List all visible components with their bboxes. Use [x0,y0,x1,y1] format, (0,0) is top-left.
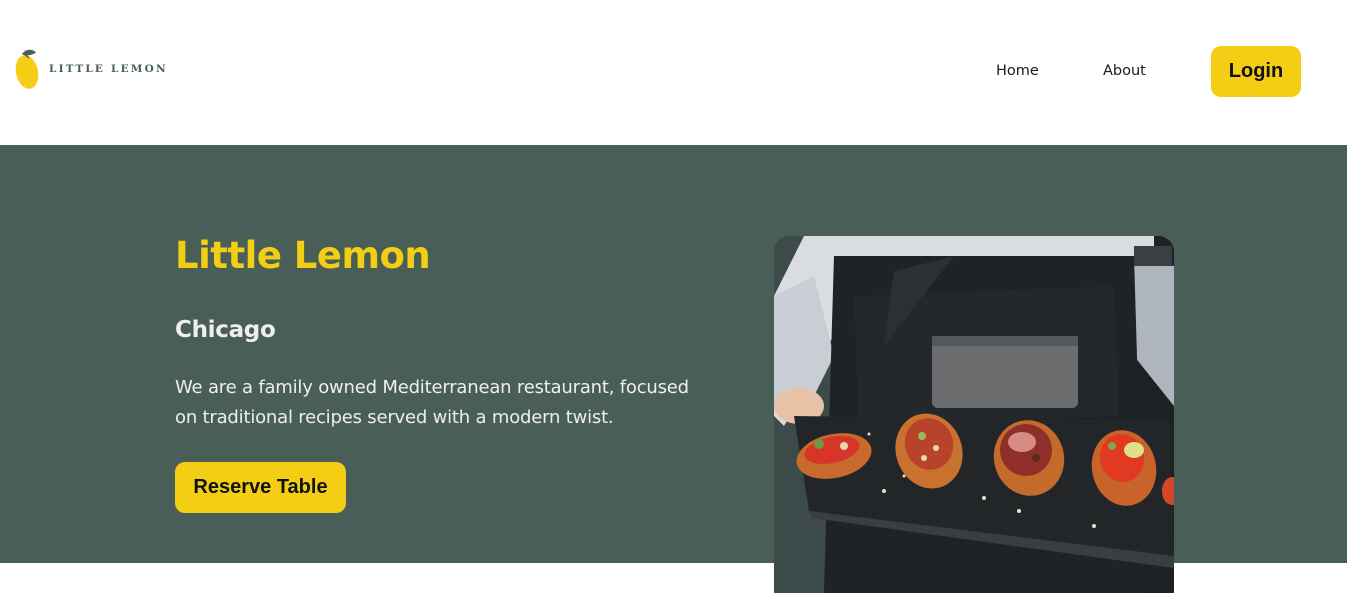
hero-title: Little Lemon [175,234,431,277]
hero-description: We are a family owned Mediterranean rest… [175,377,689,428]
login-button[interactable]: Login [1211,46,1301,97]
restaurant-food-photo [774,236,1174,593]
logo[interactable]: LITTLE LEMON [14,48,168,92]
site-header: LITTLE LEMON Home About Login [0,0,1347,145]
hero-subtitle: Chicago [175,317,276,343]
nav-about-link[interactable]: About [1103,63,1146,79]
logo-text: LITTLE LEMON [49,63,168,75]
nav-home-link[interactable]: Home [996,63,1039,79]
hero-image [774,236,1174,593]
lemon-logo-icon [15,49,39,89]
reserve-table-button[interactable]: Reserve Table [175,462,346,513]
